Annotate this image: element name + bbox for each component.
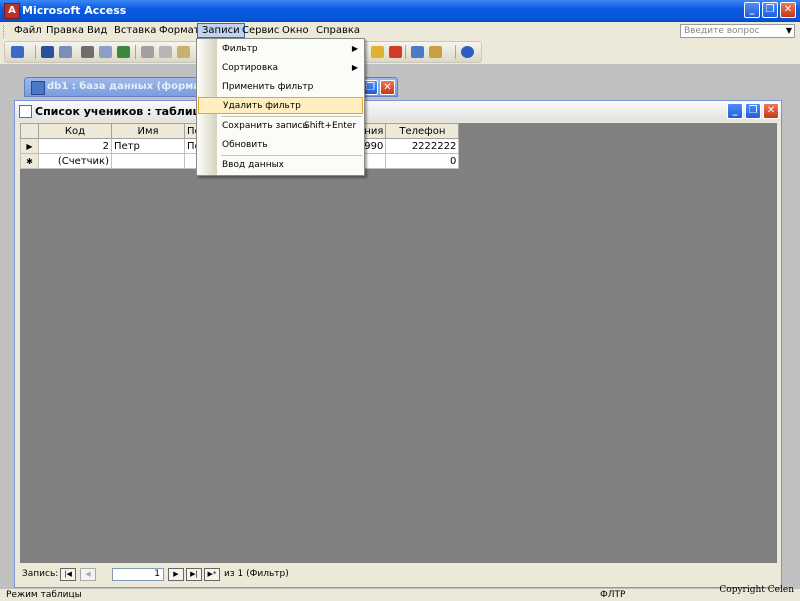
menu-item-filter[interactable]: Фильтр ▶ [198,41,363,58]
menu-item-label: Обновить [222,140,268,150]
menu-item-refresh[interactable]: Обновить [198,137,363,154]
toolbar-separator [455,45,456,59]
cell-kod[interactable]: (Счетчик) [38,153,112,169]
copy-icon[interactable] [159,46,172,58]
statusbar: Режим таблицы ФЛТР Copyright Celen [0,585,800,601]
table-window: Список учеников : таблица _ ❐ ✕ Код Имя … [14,100,782,588]
save-icon[interactable] [41,46,54,58]
new-object-icon[interactable] [429,46,442,58]
delete-record-icon[interactable] [389,46,402,58]
record-navigator-label: Запись: [22,569,59,579]
menu-edit[interactable]: Правка [42,24,88,37]
menu-item-apply-filter[interactable]: Применить фильтр [198,79,363,96]
column-header-kod[interactable]: Код [38,123,112,139]
menu-item-label: Удалить фильтр [223,101,301,111]
database-window-icon[interactable] [411,46,424,58]
db-close-button[interactable]: ✕ [380,80,395,95]
record-selector-current[interactable]: ▶ [20,138,39,154]
status-mode: Режим таблицы [6,590,82,600]
record-number-input[interactable]: 1 [112,568,164,581]
cell-phone[interactable]: 0 [385,153,460,169]
table-window-titlebar[interactable]: Список учеников : таблица _ ❐ ✕ [15,101,781,122]
database-window-controls: ❐ ✕ [363,80,395,95]
search-icon[interactable] [59,46,72,58]
table-maximize-button[interactable]: ❐ [745,103,761,119]
menu-tools[interactable]: Сервис [238,24,283,37]
menu-separator [221,155,362,156]
select-all-corner[interactable] [20,123,39,139]
menu-item-label: Сохранить запись [222,121,308,131]
table-minimize-button[interactable]: _ [727,103,743,119]
paste-icon[interactable] [177,46,190,58]
record-count-text: из 1 (Фильтр) [224,569,289,579]
menu-file[interactable]: Файл [10,24,46,37]
database-icon [31,81,45,95]
cell-phone[interactable]: 2222222 [385,138,460,154]
menu-window[interactable]: Окно [278,24,313,37]
print-icon[interactable] [81,46,94,58]
table-close-button[interactable]: ✕ [763,103,779,119]
submenu-arrow-icon: ▶ [351,44,358,53]
filter-icon[interactable] [371,46,384,58]
menu-insert[interactable]: Вставка [110,24,160,37]
column-header-phone[interactable]: Телефон [385,123,460,139]
copyright-watermark: Copyright Celen [719,585,794,595]
record-navigator: Запись: |◀ ◀ 1 ▶ ▶| ▶* из 1 (Фильтр) [20,567,777,583]
help-question-placeholder: Введите вопрос [684,26,760,36]
submenu-arrow-icon: ▶ [351,63,358,72]
menu-item-label: Сортировка [222,63,279,73]
menu-item-data-entry[interactable]: Ввод данных [198,157,363,174]
table-window-controls: _ ❐ ✕ [727,103,779,119]
cut-icon[interactable] [141,46,154,58]
view-icon[interactable] [11,46,24,58]
window-controls: _ ❐ ✕ [744,2,796,18]
new-record-button[interactable]: ▶* [204,568,220,581]
restore-button[interactable]: ❐ [762,2,778,18]
cell-name[interactable] [111,153,185,169]
cell-name[interactable]: Петр [111,138,185,154]
menu-item-shortcut: Shift+Enter [304,121,357,131]
menu-separator [221,116,362,117]
menu-item-remove-filter[interactable]: Удалить фильтр [198,97,363,114]
menu-item-sort[interactable]: Сортировка ▶ [198,60,363,77]
app-titlebar: A Microsoft Access _ ❐ ✕ [0,0,800,22]
menu-item-label: Ввод данных [222,160,285,170]
spellcheck-icon[interactable] [117,46,130,58]
cell-kod[interactable]: 2 [38,138,112,154]
menu-item-label: Применить фильтр [222,82,314,92]
app-title: Microsoft Access [22,4,127,17]
table-window-title: Список учеников : таблица [35,105,209,118]
menubar-grip[interactable] [3,25,7,38]
datasheet-area: Код Имя Пе ждения Телефон ▶ 2 Петр Пе 02… [20,123,777,563]
status-filter-indicator: ФЛТР [600,590,626,600]
first-record-button[interactable]: |◀ [60,568,76,581]
toolbar-separator [35,45,36,59]
record-selector-new[interactable]: ✱ [20,153,39,169]
menu-help[interactable]: Справка [312,24,364,37]
minimize-button[interactable]: _ [744,2,760,18]
help-question-box[interactable]: Введите вопрос ▼ [680,24,795,38]
menu-item-label: Фильтр [222,44,258,54]
next-record-button[interactable]: ▶ [168,568,184,581]
records-dropdown-menu: Фильтр ▶ Сортировка ▶ Применить фильтр У… [196,38,365,176]
close-button[interactable]: ✕ [780,2,796,18]
help-icon[interactable] [461,46,474,58]
table-icon [19,105,32,118]
db-restore-button[interactable]: ❐ [363,80,378,95]
print-preview-icon[interactable] [99,46,112,58]
menu-item-save-record[interactable]: Сохранить запись Shift+Enter [198,118,363,135]
column-header-name[interactable]: Имя [111,123,185,139]
toolbar-separator [135,45,136,59]
access-app-icon[interactable]: A [4,3,20,19]
previous-record-button[interactable]: ◀ [80,568,96,581]
last-record-button[interactable]: ▶| [186,568,202,581]
toolbar-separator [405,45,406,59]
chevron-down-icon[interactable]: ▼ [786,25,792,37]
menu-view[interactable]: Вид [83,24,111,37]
